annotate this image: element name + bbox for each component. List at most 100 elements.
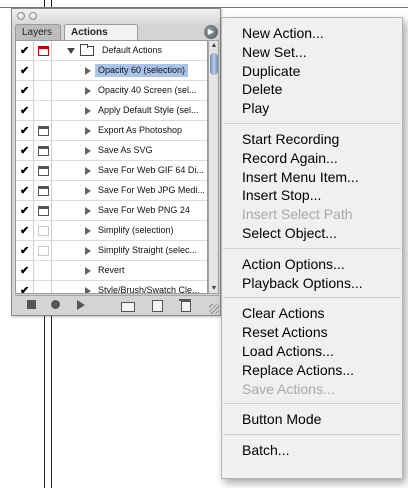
palette-menu-arrow-icon[interactable]: ▶ <box>204 25 218 39</box>
action-row[interactable]: ✔ Save For Web JPG Medi... <box>16 181 207 201</box>
expand-triangle-icon[interactable] <box>85 107 91 115</box>
action-row[interactable]: ✔ Save As SVG <box>16 141 207 161</box>
menu-item-replace-actions[interactable]: Replace Actions... <box>242 361 354 379</box>
dialog-toggle-icon[interactable] <box>38 246 49 256</box>
menu-item-duplicate[interactable]: Duplicate <box>242 62 300 80</box>
checkmark-icon[interactable]: ✔ <box>20 86 30 97</box>
checkmark-icon[interactable]: ✔ <box>20 266 30 277</box>
expand-triangle-icon[interactable] <box>85 287 91 293</box>
set-dialog-cell[interactable] <box>34 41 52 61</box>
action-dialog-cell[interactable] <box>34 181 52 201</box>
action-dialog-cell[interactable] <box>34 141 52 161</box>
expand-triangle-icon[interactable] <box>85 267 91 275</box>
expand-triangle-icon[interactable] <box>85 187 91 195</box>
expand-triangle-icon[interactable] <box>85 147 91 155</box>
checkmark-icon[interactable]: ✔ <box>20 246 30 257</box>
tab-layers[interactable]: Layers <box>15 24 61 40</box>
checkmark-icon[interactable]: ✔ <box>20 226 30 237</box>
action-toggle-cell[interactable]: ✔ <box>16 281 34 294</box>
menu-item-insert-stop[interactable]: Insert Stop... <box>242 186 321 204</box>
dialog-toggle-icon[interactable] <box>38 206 49 216</box>
action-toggle-cell[interactable]: ✔ <box>16 81 34 101</box>
dialog-toggle-icon[interactable] <box>38 186 49 196</box>
menu-item-reset-actions[interactable]: Reset Actions <box>242 323 328 341</box>
expand-triangle-icon[interactable] <box>67 48 75 54</box>
expand-triangle-icon[interactable] <box>85 167 91 175</box>
action-row[interactable]: ✔ Save For Web PNG 24 <box>16 201 207 221</box>
menu-item-insert-menu-item[interactable]: Insert Menu Item... <box>242 168 359 186</box>
action-dialog-cell[interactable] <box>34 261 52 281</box>
dialog-toggle-icon[interactable] <box>38 166 49 176</box>
menu-item-record-again[interactable]: Record Again... <box>242 149 338 167</box>
action-dialog-cell[interactable] <box>34 121 52 141</box>
action-dialog-cell[interactable] <box>34 101 52 121</box>
menu-item-new-set[interactable]: New Set... <box>242 43 307 61</box>
scroll-down-arrow-icon[interactable]: ▼ <box>210 285 218 292</box>
menu-item-batch[interactable]: Batch... <box>242 441 289 459</box>
expand-triangle-icon[interactable] <box>85 227 91 235</box>
action-dialog-cell[interactable] <box>34 61 52 81</box>
menu-item-load-actions[interactable]: Load Actions... <box>242 342 334 360</box>
expand-triangle-icon[interactable] <box>85 207 91 215</box>
action-row[interactable]: ✔ Apply Default Style (sel... <box>16 101 207 121</box>
action-toggle-cell[interactable]: ✔ <box>16 261 34 281</box>
stop-icon[interactable] <box>24 299 40 311</box>
action-dialog-cell[interactable] <box>34 201 52 221</box>
play-icon[interactable] <box>73 299 89 311</box>
menu-item-select-object[interactable]: Select Object... <box>242 224 337 242</box>
dialog-toggle-icon[interactable] <box>38 126 49 136</box>
action-toggle-cell[interactable]: ✔ <box>16 61 34 81</box>
checkmark-icon[interactable]: ✔ <box>20 186 30 197</box>
dialog-toggle-icon[interactable] <box>38 146 49 156</box>
action-row[interactable]: ✔ Style/Brush/Swatch Cle... <box>16 281 207 294</box>
action-row[interactable]: ✔ Save For Web GIF 64 Di... <box>16 161 207 181</box>
action-row[interactable]: ✔ Simplify (selection) <box>16 221 207 241</box>
action-row[interactable]: ✔ Opacity 40 Screen (sel... <box>16 81 207 101</box>
close-icon[interactable] <box>17 12 25 20</box>
action-row[interactable]: ✔ Export As Photoshop <box>16 121 207 141</box>
action-dialog-cell[interactable] <box>34 241 52 261</box>
scroll-up-arrow-icon[interactable]: ▲ <box>210 42 218 49</box>
new-set-icon[interactable] <box>119 299 135 312</box>
menu-item-play[interactable]: Play <box>242 99 269 117</box>
dialog-toggle-icon[interactable] <box>38 46 49 56</box>
action-dialog-cell[interactable] <box>34 281 52 293</box>
action-row[interactable]: ✔ Revert <box>16 261 207 281</box>
checkmark-icon[interactable]: ✔ <box>20 106 30 117</box>
trash-icon[interactable] <box>177 299 193 312</box>
action-toggle-cell[interactable]: ✔ <box>16 141 34 161</box>
expand-triangle-icon[interactable] <box>85 127 91 135</box>
action-toggle-cell[interactable]: ✔ <box>16 101 34 121</box>
action-dialog-cell[interactable] <box>34 161 52 181</box>
checkmark-icon[interactable]: ✔ <box>20 166 30 177</box>
action-toggle-cell[interactable]: ✔ <box>16 121 34 141</box>
new-action-icon[interactable] <box>149 299 165 312</box>
checkmark-icon[interactable]: ✔ <box>20 46 30 57</box>
menu-item-new-action[interactable]: New Action... <box>242 24 324 42</box>
menu-item-playback-options[interactable]: Playback Options... <box>242 274 363 292</box>
action-dialog-cell[interactable] <box>34 221 52 241</box>
menu-item-button-mode[interactable]: Button Mode <box>242 410 321 428</box>
checkmark-icon[interactable]: ✔ <box>20 126 30 137</box>
record-icon[interactable] <box>48 299 64 311</box>
menu-item-clear-actions[interactable]: Clear Actions <box>242 304 324 322</box>
action-toggle-cell[interactable]: ✔ <box>16 201 34 221</box>
dialog-toggle-icon[interactable] <box>38 226 49 236</box>
palette-titlebar[interactable] <box>12 9 220 24</box>
action-toggle-cell[interactable]: ✔ <box>16 161 34 181</box>
set-toggle-cell[interactable]: ✔ <box>16 41 34 61</box>
tab-actions[interactable]: Actions <box>64 24 138 40</box>
menu-item-action-options[interactable]: Action Options... <box>242 255 345 273</box>
minimize-icon[interactable] <box>29 12 37 20</box>
expand-triangle-icon[interactable] <box>85 247 91 255</box>
checkmark-icon[interactable]: ✔ <box>20 206 30 217</box>
expand-triangle-icon[interactable] <box>85 67 91 75</box>
action-toggle-cell[interactable]: ✔ <box>16 241 34 261</box>
action-toggle-cell[interactable]: ✔ <box>16 221 34 241</box>
action-toggle-cell[interactable]: ✔ <box>16 181 34 201</box>
resize-grip-icon[interactable] <box>209 304 219 314</box>
checkmark-icon[interactable]: ✔ <box>20 146 30 157</box>
checkmark-icon[interactable]: ✔ <box>20 286 30 294</box>
checkmark-icon[interactable]: ✔ <box>20 66 30 77</box>
menu-item-start-recording[interactable]: Start Recording <box>242 130 339 148</box>
